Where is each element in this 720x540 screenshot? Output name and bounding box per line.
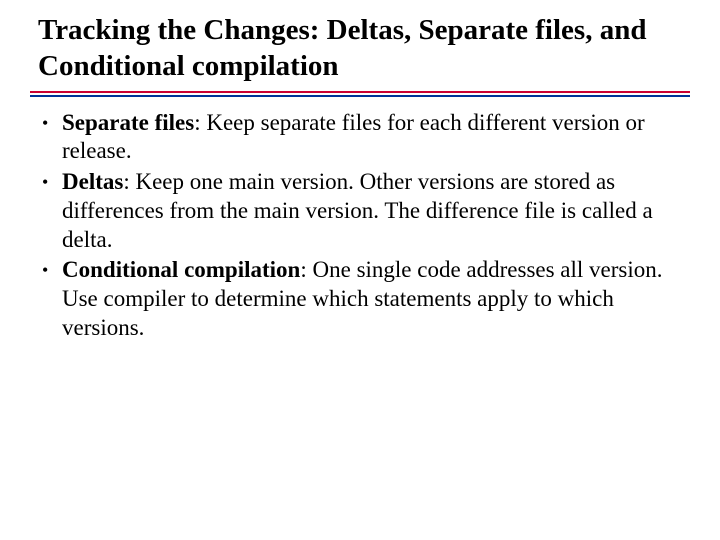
slide-content: • Separate files: Keep separate files fo… <box>30 109 690 343</box>
bullet-icon: • <box>40 109 62 138</box>
bullet-text: Separate files: Keep separate files for … <box>62 109 686 167</box>
bullet-icon: • <box>40 256 62 285</box>
list-item: • Separate files: Keep separate files fo… <box>40 109 686 167</box>
bullet-icon: • <box>40 168 62 197</box>
list-item: • Deltas: Keep one main version. Other v… <box>40 168 686 254</box>
slide-title: Tracking the Changes: Deltas, Separate f… <box>30 12 690 85</box>
bullet-text: Deltas: Keep one main version. Other ver… <box>62 168 686 254</box>
list-item: • Conditional compilation: One single co… <box>40 256 686 342</box>
term: Separate files <box>62 110 194 135</box>
term: Conditional compilation <box>62 257 300 282</box>
divider-blue-line <box>30 95 690 97</box>
title-divider <box>30 91 690 97</box>
description: : Keep one main version. Other versions … <box>62 169 653 252</box>
term: Deltas <box>62 169 123 194</box>
divider-red-line <box>30 91 690 93</box>
bullet-text: Conditional compilation: One single code… <box>62 256 686 342</box>
